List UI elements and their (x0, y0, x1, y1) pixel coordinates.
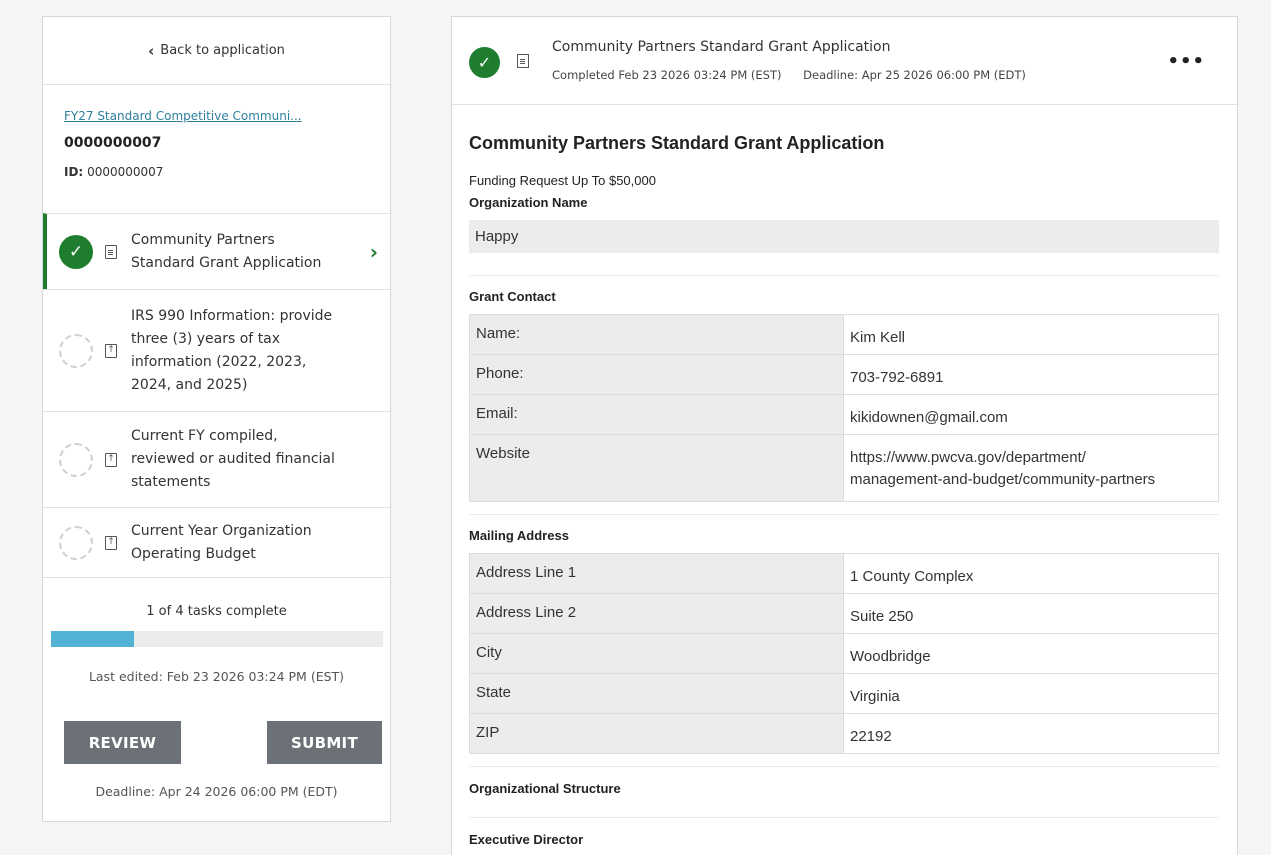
id-label: ID: (64, 165, 84, 179)
progress-bar (50, 631, 383, 647)
grant-contact-table: Name: Kim Kell Phone: 703-792-6891 Email… (469, 314, 1219, 502)
application-number: 0000000007 (64, 135, 162, 151)
form-panel: ✓ Community Partners Standard Grant Appl… (451, 16, 1238, 855)
check-complete-icon: ✓ (469, 47, 500, 78)
field-value: Virginia (843, 673, 1219, 714)
table-row: Address Line 2 Suite 250 (469, 593, 1219, 634)
back-label: Back to application (160, 43, 285, 58)
org-structure-label: Organizational Structure (469, 781, 621, 796)
mailing-address-label: Mailing Address (469, 528, 569, 543)
field-value: Kim Kell (843, 314, 1219, 355)
field-value: 1 County Complex (843, 553, 1219, 594)
website-line-1: https://www.pwcva.gov/department/ (850, 449, 1086, 466)
form-body: Community Partners Standard Grant Applic… (452, 133, 1237, 847)
website-line-2: management-and-budget/community-partners (850, 471, 1156, 488)
field-key: Website (469, 434, 844, 502)
field-value: 22192 (843, 713, 1219, 754)
divider (469, 817, 1219, 818)
divider (469, 514, 1219, 515)
task-item-financial-statements[interactable]: ↑ Current FY compiled, reviewed or audit… (43, 411, 390, 507)
incomplete-status-icon (59, 525, 93, 560)
check-complete-icon: ✓ (59, 234, 93, 269)
org-name-value: Happy (469, 220, 1219, 253)
upload-icon: ↑ (105, 535, 117, 550)
table-row: ZIP 22192 (469, 713, 1219, 754)
table-row: Address Line 1 1 County Complex (469, 553, 1219, 594)
table-row: Name: Kim Kell (469, 314, 1219, 355)
field-key: Email: (469, 394, 844, 435)
incomplete-status-icon (59, 442, 93, 477)
task-label: IRS 990 Information: provide three (3) y… (131, 307, 333, 393)
review-button[interactable]: REVIEW (64, 721, 181, 764)
field-key: Address Line 2 (469, 593, 844, 634)
upload-icon: ↑ (105, 452, 117, 467)
task-label: Community Partners Standard Grant Applic… (131, 231, 322, 271)
divider (469, 766, 1219, 767)
table-row: City Woodbridge (469, 633, 1219, 674)
more-options-icon[interactable]: ••• (1167, 51, 1205, 72)
task-label: Current Year Organization Operating Budg… (131, 522, 312, 562)
upload-icon: ↑ (105, 343, 117, 358)
document-icon (517, 54, 529, 68)
submit-button[interactable]: SUBMIT (267, 721, 382, 764)
field-key: City (469, 633, 844, 674)
deadline-text: Deadline: Apr 24 2026 06:00 PM (EDT) (95, 784, 338, 799)
form-subtitle: Funding Request Up To $50,000 (469, 173, 656, 188)
id-value: 0000000007 (87, 165, 164, 179)
task-item-irs-990[interactable]: ↑ IRS 990 Information: provide three (3)… (43, 289, 390, 411)
table-row: Website https://www.pwcva.gov/department… (469, 434, 1219, 502)
field-key: Phone: (469, 354, 844, 395)
progress-section: 1 of 4 tasks complete Last edited: Feb 2… (43, 578, 390, 684)
completed-date: Completed Feb 23 2026 03:24 PM (EST) (552, 68, 782, 82)
field-value: Woodbridge (843, 633, 1219, 674)
header-meta: Completed Feb 23 2026 03:24 PM (EST) Dea… (552, 68, 1044, 82)
header-deadline: Deadline: Apr 25 2026 06:00 PM (EDT) (803, 68, 1026, 82)
header-title: Community Partners Standard Grant Applic… (552, 39, 891, 55)
action-buttons: REVIEW SUBMIT (43, 721, 396, 764)
field-key: Address Line 1 (469, 553, 844, 594)
program-link[interactable]: FY27 Standard Competitive Communi... (64, 109, 369, 123)
progress-text: 1 of 4 tasks complete (146, 604, 287, 619)
executive-director-label: Executive Director (469, 832, 584, 847)
field-value: Suite 250 (843, 593, 1219, 634)
chevron-right-icon: › (369, 239, 378, 264)
document-icon (105, 244, 117, 259)
task-sidebar: ‹ Back to application FY27 Standard Comp… (42, 16, 391, 822)
task-item-grant-application[interactable]: ✓ Community Partners Standard Grant Appl… (43, 213, 390, 289)
mailing-address-table: Address Line 1 1 County Complex Address … (469, 553, 1219, 754)
last-edited: Last edited: Feb 23 2026 03:24 PM (EST) (88, 669, 345, 684)
form-title: Community Partners Standard Grant Applic… (469, 133, 885, 153)
application-info: FY27 Standard Competitive Communi... 000… (43, 85, 390, 213)
grant-contact-label: Grant Contact (469, 289, 556, 304)
divider (469, 275, 1219, 276)
progress-bar-fill (50, 631, 134, 647)
form-header: ✓ Community Partners Standard Grant Appl… (452, 17, 1237, 105)
field-key: State (469, 673, 844, 714)
table-row: Email: kikidownen@gmail.com (469, 394, 1219, 435)
field-value: kikidownen@gmail.com (843, 394, 1219, 435)
field-key: Name: (469, 314, 844, 355)
chevron-left-icon: ‹ (148, 41, 155, 60)
field-value: 703-792-6891 (843, 354, 1219, 395)
task-label: Current FY compiled, reviewed or audited… (131, 428, 335, 490)
org-name-label: Organization Name (469, 195, 588, 210)
table-row: Phone: 703-792-6891 (469, 354, 1219, 395)
application-id: ID: 0000000007 (64, 165, 369, 179)
field-value: https://www.pwcva.gov/department/ manage… (843, 434, 1219, 502)
back-to-application-link[interactable]: ‹ Back to application (43, 17, 390, 85)
field-key: ZIP (469, 713, 844, 754)
table-row: State Virginia (469, 673, 1219, 714)
task-item-operating-budget[interactable]: ↑ Current Year Organization Operating Bu… (43, 507, 390, 578)
incomplete-status-icon (59, 333, 93, 368)
